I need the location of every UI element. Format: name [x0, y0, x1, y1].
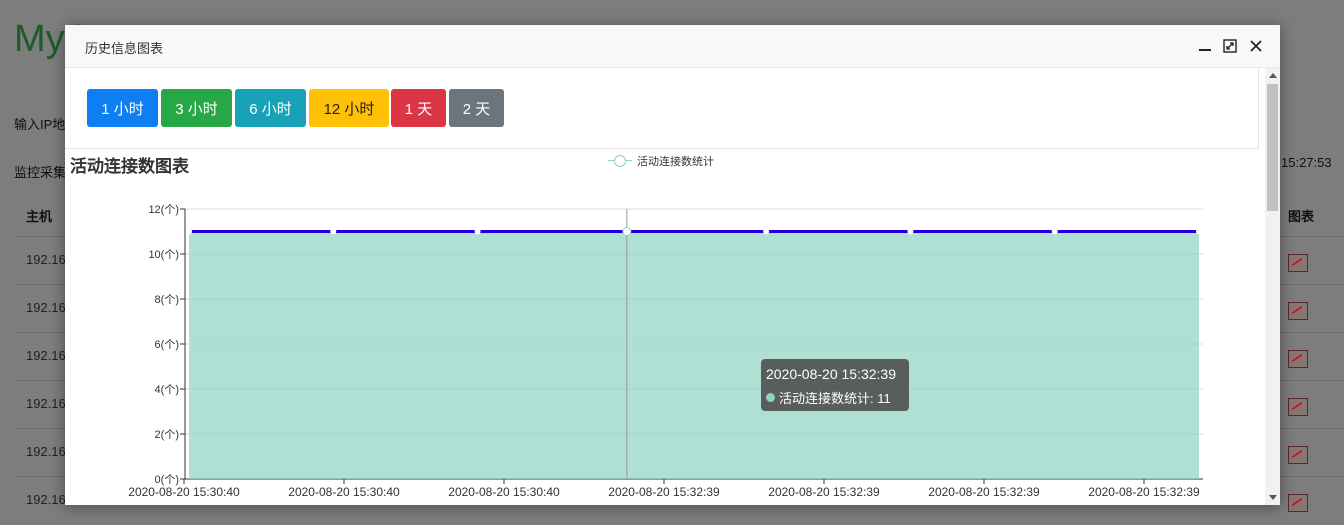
table-row: 192.16	[26, 252, 66, 267]
range-12h-button[interactable]: 12 小时	[309, 89, 389, 127]
chart-legend[interactable]: 活动连接数统计	[608, 153, 714, 169]
tooltip-dot-icon	[766, 393, 775, 402]
modal-header: 历史信息图表	[65, 25, 1280, 68]
table-row: 192.16	[26, 300, 66, 315]
tooltip-time: 2020-08-20 15:32:39	[766, 366, 896, 382]
data-point	[474, 228, 481, 235]
tooltip-row: 活动连接数统计: 11	[766, 388, 891, 407]
range-1h-button[interactable]: 1 小时	[87, 89, 158, 127]
modal-scrollbar[interactable]	[1265, 68, 1280, 505]
x-tick-label: 2020-08-20 15:30:40	[128, 485, 240, 499]
minimize-icon[interactable]	[1197, 38, 1213, 54]
data-point	[763, 228, 770, 235]
range-6h-button[interactable]: 6 小时	[235, 89, 306, 127]
x-tick-label: 2020-08-20 15:32:39	[928, 485, 1040, 499]
data-point	[907, 228, 914, 235]
y-tick-label: 2(个)	[155, 428, 179, 441]
legend-marker-icon	[608, 155, 632, 167]
row-chart-icon[interactable]	[1288, 302, 1308, 320]
area-fill	[189, 231, 1199, 479]
data-point	[186, 228, 192, 235]
scroll-thumb[interactable]	[1267, 84, 1278, 211]
table-row: 192.16	[26, 444, 66, 459]
range-1d-button[interactable]: 1 天	[391, 89, 446, 127]
legend-label: 活动连接数统计	[637, 156, 714, 168]
column-header-host: 主机	[26, 209, 53, 224]
chart-tooltip: 2020-08-20 15:32:39 活动连接数统计: 11	[761, 359, 909, 411]
time-range-panel: 1 小时 3 小时 6 小时 12 小时 1 天 2 天	[65, 68, 1259, 149]
data-point	[1051, 228, 1058, 235]
data-point	[622, 227, 632, 236]
modal-title: 历史信息图表	[85, 41, 164, 56]
history-chart-modal: 历史信息图表 1 小时 3 小时 6 小时 12 小时 1 天 2 天 活动连接…	[65, 25, 1280, 505]
y-tick-label: 4(个)	[155, 383, 179, 396]
table-row: 192.16	[26, 396, 66, 411]
row-chart-icon[interactable]	[1288, 494, 1308, 512]
row-chart-icon[interactable]	[1288, 350, 1308, 368]
data-point	[330, 228, 337, 235]
y-tick-label: 12(个)	[148, 203, 179, 216]
close-icon[interactable]	[1248, 38, 1264, 54]
x-tick-label: 2020-08-20 15:32:39	[1088, 485, 1200, 499]
monitor-label: 监控采集	[14, 165, 67, 180]
maximize-icon[interactable]	[1222, 38, 1238, 54]
y-tick-label: 10(个)	[148, 248, 179, 261]
x-tick-label: 2020-08-20 15:30:40	[288, 485, 400, 499]
row-chart-icon[interactable]	[1288, 398, 1308, 416]
x-tick-label: 2020-08-20 15:32:39	[608, 485, 720, 499]
x-tick-label: 2020-08-20 15:32:39	[768, 485, 880, 499]
column-header-chart: 图表	[1288, 209, 1315, 224]
scroll-up-icon[interactable]	[1269, 73, 1277, 78]
chart-canvas[interactable]: 0(个)2(个)4(个)6(个)8(个)10(个)12(个)2020-08-20…	[65, 168, 1260, 505]
table-row: 192.16	[26, 492, 66, 507]
row-chart-icon[interactable]	[1288, 446, 1308, 464]
ip-input-label: 输入IP地	[14, 117, 66, 132]
range-3h-button[interactable]: 3 小时	[161, 89, 232, 127]
x-tick-label: 2020-08-20 15:30:40	[448, 485, 560, 499]
current-time: 15:27:53	[1281, 155, 1332, 170]
range-2d-button[interactable]: 2 天	[449, 89, 504, 127]
data-point	[1196, 228, 1202, 235]
modal-body: 1 小时 3 小时 6 小时 12 小时 1 天 2 天 活动连接数图表 活动连…	[65, 68, 1265, 505]
y-tick-label: 6(个)	[155, 338, 179, 351]
row-chart-icon[interactable]	[1288, 254, 1308, 272]
tooltip-value: 活动连接数统计: 11	[779, 391, 891, 406]
y-tick-label: 8(个)	[155, 293, 179, 306]
scroll-down-icon[interactable]	[1269, 495, 1277, 500]
table-row: 192.16	[26, 348, 66, 363]
